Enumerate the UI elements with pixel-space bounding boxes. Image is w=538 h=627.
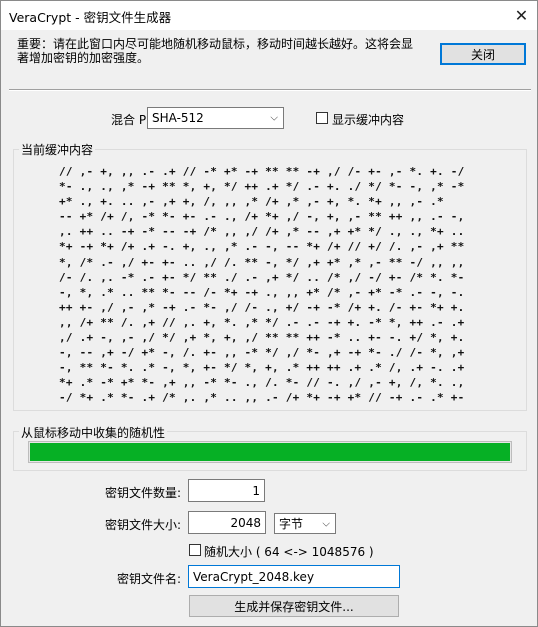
progress-fill	[30, 443, 510, 461]
keyfile-name-label: 密钥文件名:	[117, 572, 182, 586]
keyfile-count-value: 1	[252, 483, 260, 498]
pool-line: -- +* /+ /, -* *- +- .- ., /+ *+ ,/ -, +…	[59, 210, 465, 224]
size-unit-select[interactable]: 字节 ⌵	[274, 513, 336, 534]
prf-selected-value: SHA-512	[152, 111, 204, 125]
pool-line: ++ +- ,/ ,- ,* -+ .- *- ,/ /- ., +/ -+ -…	[59, 300, 465, 314]
keyfile-name-value: VeraCrypt_2048.key	[193, 569, 315, 584]
pool-line: ,. ++ .. -+ -* -- -+ /* ,, ,/ /+ ,* -- ,…	[59, 225, 465, 239]
keyfile-size-input[interactable]: 2048	[188, 511, 266, 534]
pool-line: ,, /+ ** /. ,+ // ,. +, *. ,* */ .- .- -…	[59, 315, 465, 329]
keyfile-size-value: 2048	[230, 515, 261, 530]
generate-save-button[interactable]: 生成并保存密钥文件...	[189, 595, 399, 617]
keyfile-count-input[interactable]: 1	[188, 479, 265, 502]
title-bar: VeraCrypt - 密钥文件生成器 ✕	[1, 1, 537, 30]
pool-line: -, -- ,+ -/ +* -, /. +- ,, -* */ ,/ *- ,…	[59, 346, 465, 360]
pool-line: -, ** *- *. .* -, *, +- */ *, +, .* ++ +…	[59, 361, 465, 375]
keyfile-name-input[interactable]: VeraCrypt_2048.key	[188, 565, 400, 588]
pool-line: /- /. ,. -* .- +- */ ** ./ .- ,+ */ .. /…	[59, 270, 465, 284]
close-icon[interactable]: ✕	[506, 1, 537, 30]
randomness-label: 从鼠标移动中收集的随机性	[19, 424, 168, 441]
chevron-down-icon: ⌵	[322, 518, 330, 529]
pool-line: +* ., +. .. ,- ,+ +, /, ,, ,* /+ ,* ,- +…	[59, 195, 444, 209]
pool-line: -/ *+ .* *- .+ /* ,. ,* .. ,, .- /+ *+ -…	[59, 391, 465, 405]
size-unit-value: 字节	[279, 517, 304, 531]
pool-group-label: 当前缓冲内容	[19, 141, 96, 158]
pool-line: *- ., ., ,* -+ ** *, +, */ ++ .+ */ .- +…	[59, 180, 465, 194]
notice-line-2: 著增加密钥的加密强度。	[17, 51, 150, 65]
chevron-down-icon: ⌵	[270, 112, 278, 124]
keyfile-count-label: 密钥文件数量:	[105, 486, 182, 500]
random-size-label[interactable]: 随机大小 ( 64 <-> 1048576 )	[204, 543, 374, 560]
keyfile-size-label: 密钥文件大小:	[105, 518, 182, 532]
show-pool-label[interactable]: 显示缓冲内容	[332, 111, 404, 128]
pool-content: // ,- +, ,, .- .+ // -* +* -+ ** ** -+ ,…	[59, 164, 464, 406]
show-pool-checkbox[interactable]	[316, 112, 328, 124]
divider-highlight	[9, 90, 531, 91]
notice-text: 重要：请在此窗口内尽可能地随机移动鼠标，移动时间越长越好。这将会显 著增加密钥的…	[17, 37, 427, 65]
prf-select[interactable]: SHA-512 ⌵	[147, 107, 284, 129]
window-title: VeraCrypt - 密钥文件生成器	[9, 10, 172, 25]
random-size-checkbox[interactable]	[189, 544, 201, 556]
pool-line: -, *, .* .. ** *- -- /- *+ -+ ., ,, +* /…	[59, 285, 465, 299]
notice-line-1: 重要：请在此窗口内尽可能地随机移动鼠标，移动时间越长越好。这将会显	[17, 37, 414, 51]
close-button[interactable]: 关闭	[440, 43, 526, 65]
pool-line: *+ .* -* +* *- ,+ ,, -* *- ., /. *- // -…	[59, 376, 465, 390]
pool-line: *, /* .- ,/ +- +- .. ,/ /. ** -, */ ,+ +…	[59, 255, 465, 269]
keyfile-generator-window: VeraCrypt - 密钥文件生成器 ✕ 重要：请在此窗口内尽可能地随机移动鼠…	[0, 0, 538, 627]
pool-line: *+ -+ *+ /+ .+ -. +, ., ,* .- -, -- *+ /…	[59, 240, 465, 254]
pool-line: ,/ .+ -, ,- ,/ */ ,+ *, +, ,/ ** ** ++ -…	[59, 331, 465, 345]
pool-line: // ,- +, ,, .- .+ // -* +* -+ ** ** -+ ,…	[59, 165, 465, 178]
randomness-progress-bar	[28, 441, 512, 463]
